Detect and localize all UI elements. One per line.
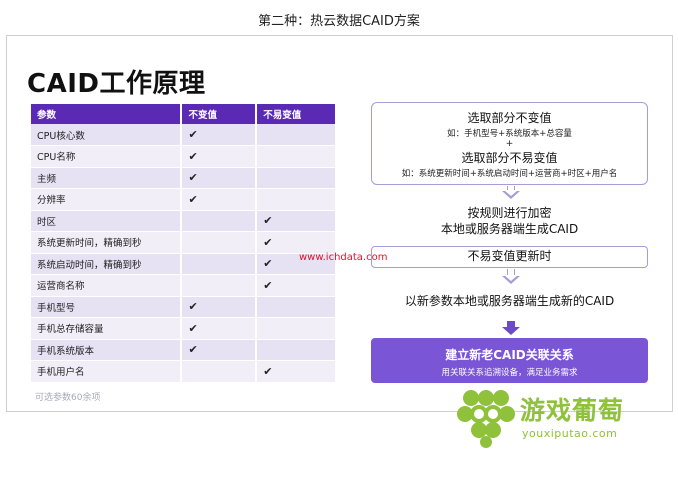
select-invariant-title: 选取部分不变值	[467, 111, 552, 125]
table-row: 运营商名称 ✔	[31, 274, 337, 297]
stable-check	[256, 188, 337, 211]
param-name: 手机系统版本	[31, 339, 183, 361]
select-stable-title: 选取部分不易变值	[461, 151, 558, 165]
table-header-row: 参数 不变值 不易变值	[31, 104, 337, 124]
result-subtitle: 用关联关系追溯设备，满足业务需求	[441, 368, 578, 378]
table-row: 手机系统版本 ✔	[31, 339, 337, 361]
slide: CAID工作原理 参数 不变值 不易变值 CPU核心数 ✔ CPU名称 ✔ 主频 ✔ …	[6, 35, 673, 412]
parameter-table: 参数 不变值 不易变值 CPU核心数 ✔ CPU名称 ✔ 主频 ✔ 分辨率 ✔ 时区 ✔ …	[31, 104, 337, 383]
invariant-check: ✔	[181, 188, 258, 211]
stable-check: ✔	[256, 360, 337, 383]
table-row: 系统更新时间，精确到秒 ✔	[31, 231, 337, 254]
table-row: 主频 ✔	[31, 167, 337, 189]
param-name: 主频	[31, 167, 183, 189]
invariant-check: ✔	[181, 317, 258, 340]
encrypt-step-line1: 按规则进行加密	[467, 206, 552, 220]
invariant-check: ✔	[181, 167, 258, 189]
param-name: CPU核心数	[31, 124, 183, 146]
page-caption: 第二种：热云数据CAID方案	[258, 14, 420, 29]
param-name: 时区	[31, 210, 183, 232]
param-name: 系统更新时间，精确到秒	[31, 231, 183, 254]
param-name: 运营商名称	[31, 274, 183, 297]
encrypt-step-line2: 本地或服务器端生成CAID	[440, 222, 579, 236]
logo-name: 游戏葡萄	[520, 396, 625, 425]
stable-check	[256, 317, 337, 340]
select-stable-example: 如：系统更新时间+系统启动时间+运营商+时区+用户名	[401, 169, 618, 179]
result-title: 建立新老CAID关联关系	[445, 348, 574, 362]
result-box: 建立新老CAID关联关系 用关联关系追溯设备，满足业务需求	[371, 338, 648, 383]
grape-logo-icon	[457, 390, 515, 448]
param-name: 手机型号	[31, 296, 183, 318]
plus-sign: +	[505, 139, 514, 149]
invariant-check	[181, 210, 258, 232]
table-row: 时区 ✔	[31, 210, 337, 232]
invariant-check: ✔	[181, 124, 258, 146]
invariant-check: ✔	[181, 296, 258, 318]
param-name: CPU名称	[31, 145, 183, 168]
logo-url: youxiputao.com	[522, 427, 618, 440]
invariant-check	[181, 253, 258, 275]
param-name: 系统启动时间，精确到秒	[31, 253, 183, 275]
table-row: 手机总存储容量 ✔	[31, 317, 337, 340]
site-watermark: www.ichdata.com	[299, 252, 388, 263]
selection-box: 选取部分不变值 如：手机型号+系统版本+总容量 + 选取部分不易变值 如：系统更…	[371, 102, 648, 185]
stable-check	[256, 339, 337, 361]
header-stable: 不易变值	[256, 104, 337, 124]
param-name: 手机用户名	[31, 360, 183, 383]
param-name: 手机总存储容量	[31, 317, 183, 340]
stable-check: ✔	[256, 274, 337, 297]
invariant-check	[181, 360, 258, 383]
header-param: 参数	[31, 104, 183, 124]
update-trigger-box: 不易变值更新时	[371, 246, 648, 268]
youxiputao-logo: 游戏葡萄 youxiputao.com	[455, 388, 655, 448]
table-row: 系统启动时间，精确到秒 ✔	[31, 253, 337, 275]
invariant-check: ✔	[181, 339, 258, 361]
header-invariant: 不变值	[181, 104, 258, 124]
stable-check	[256, 124, 337, 146]
stable-check: ✔	[256, 210, 337, 232]
slide-title: CAID工作原理	[27, 69, 206, 99]
select-invariant-example: 如：手机型号+系统版本+总容量	[447, 129, 572, 139]
invariant-check	[181, 274, 258, 297]
stable-check	[256, 145, 337, 168]
table-row: 手机用户名 ✔	[31, 360, 337, 383]
invariant-check	[181, 231, 258, 254]
table-row: CPU名称 ✔	[31, 145, 337, 168]
optional-params-note: 可选参数60余项	[35, 393, 101, 403]
table-row: 分辨率 ✔	[31, 188, 337, 211]
table-row: 手机型号 ✔	[31, 296, 337, 318]
stable-check	[256, 296, 337, 318]
table-row: CPU核心数 ✔	[31, 124, 337, 146]
stable-check	[256, 167, 337, 189]
invariant-check: ✔	[181, 145, 258, 168]
param-name: 分辨率	[31, 188, 183, 211]
stable-check: ✔	[256, 231, 337, 254]
regenerate-step: 以新参数本地或服务器端生成新的CAID	[404, 294, 615, 308]
